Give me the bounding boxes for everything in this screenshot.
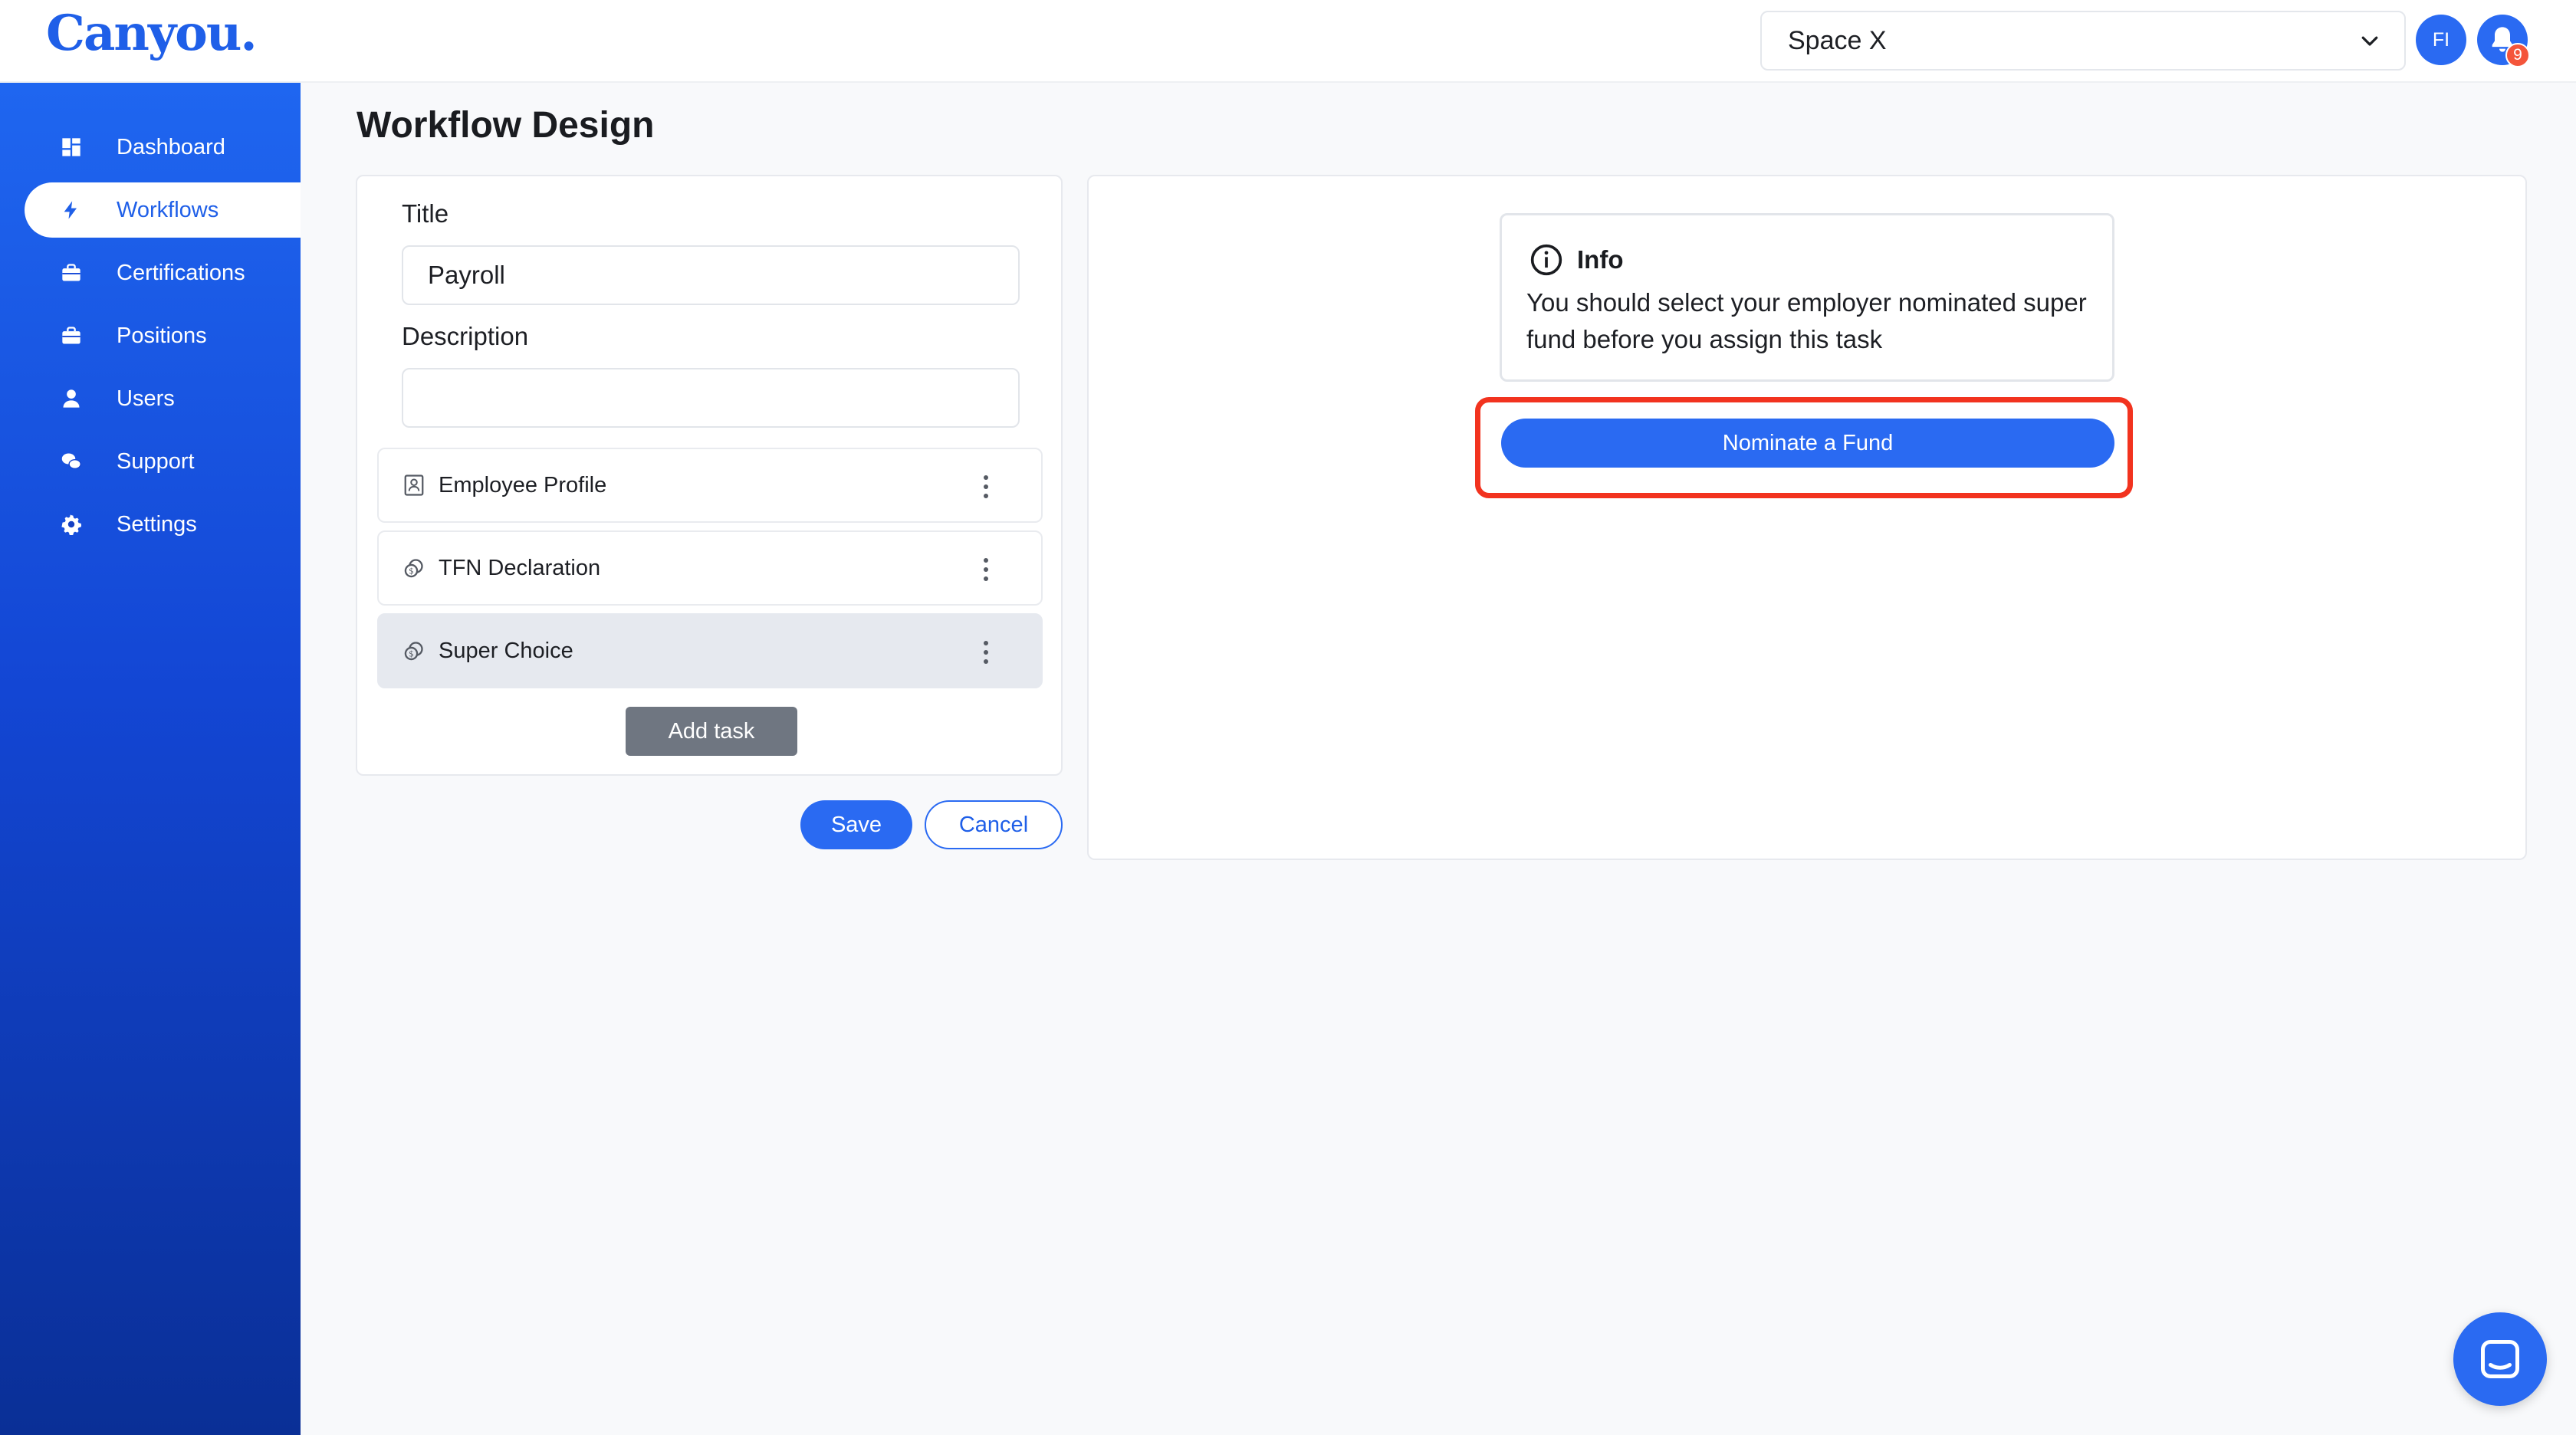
sidebar-item-label: Support xyxy=(117,448,195,474)
space-select[interactable]: Space X xyxy=(1760,11,2406,71)
task-label: Super Choice xyxy=(439,638,573,663)
save-button[interactable]: Save xyxy=(800,800,912,849)
bolt-icon xyxy=(60,199,83,222)
coins-icon: $ xyxy=(402,639,426,663)
sidebar-item-label: Workflows xyxy=(117,197,219,222)
sidebar-item-label: Dashboard xyxy=(117,134,225,159)
sidebar: Dashboard Workflows Certifications Posit… xyxy=(0,83,301,1435)
sidebar-item-support[interactable]: Support xyxy=(25,434,301,489)
title-label: Title xyxy=(402,199,449,228)
sidebar-item-label: Positions xyxy=(117,323,207,348)
top-bar: Canyou. Space X FI 9 xyxy=(0,0,2576,83)
profile-card-icon xyxy=(402,473,426,497)
briefcase-icon xyxy=(60,261,83,284)
info-message: You should select your employer nominate… xyxy=(1526,288,2087,353)
task-label: TFN Declaration xyxy=(439,555,601,580)
info-icon xyxy=(1530,244,1562,276)
description-input[interactable] xyxy=(402,368,1020,428)
sidebar-item-label: Users xyxy=(117,386,175,411)
user-avatar[interactable]: FI xyxy=(2416,15,2466,65)
page-title: Workflow Design xyxy=(356,105,655,146)
add-task-button[interactable]: Add task xyxy=(626,707,797,756)
svg-text:$: $ xyxy=(409,650,414,659)
info-title: Info xyxy=(1577,245,1624,274)
info-header: Info xyxy=(1530,243,1623,277)
chat-launcher-button[interactable] xyxy=(2453,1312,2547,1406)
task-label: Employee Profile xyxy=(439,472,607,497)
task-row-employee-profile[interactable]: Employee Profile xyxy=(377,448,1043,523)
more-options-icon[interactable] xyxy=(981,641,991,664)
task-row-tfn-declaration[interactable]: $ TFN Declaration xyxy=(377,530,1043,606)
coins-icon: $ xyxy=(402,556,426,580)
notification-count-badge: 9 xyxy=(2505,43,2530,67)
more-options-icon[interactable] xyxy=(981,475,991,498)
chat-bubbles-icon xyxy=(60,450,83,473)
sidebar-item-certifications[interactable]: Certifications xyxy=(25,245,301,300)
app-logo[interactable]: Canyou. xyxy=(46,5,258,62)
sidebar-item-dashboard[interactable]: Dashboard xyxy=(25,120,301,175)
info-alert: Info You should select your employer nom… xyxy=(1500,213,2114,382)
user-icon xyxy=(60,387,83,410)
chat-icon xyxy=(2481,1340,2519,1378)
sidebar-item-settings[interactable]: Settings xyxy=(25,497,301,552)
sidebar-item-label: Certifications xyxy=(117,260,245,285)
task-row-super-choice[interactable]: $ Super Choice xyxy=(377,613,1043,688)
cancel-button[interactable]: Cancel xyxy=(925,800,1063,849)
sidebar-item-positions[interactable]: Positions xyxy=(25,308,301,363)
chevron-down-icon xyxy=(2361,36,2378,46)
sidebar-item-workflows[interactable]: Workflows xyxy=(25,182,301,238)
title-input[interactable] xyxy=(402,245,1020,305)
more-options-icon[interactable] xyxy=(981,558,991,581)
gear-icon xyxy=(60,513,83,536)
briefcase-icon xyxy=(60,324,83,347)
sidebar-item-users[interactable]: Users xyxy=(25,371,301,426)
sidebar-item-label: Settings xyxy=(117,511,197,537)
workflow-form-card: Title Description Employee Profile $ TFN… xyxy=(356,175,1063,776)
nominate-fund-button[interactable]: Nominate a Fund xyxy=(1501,419,2114,468)
space-select-value: Space X xyxy=(1788,25,1887,55)
dashboard-icon xyxy=(60,136,83,159)
description-label: Description xyxy=(402,322,529,350)
svg-text:$: $ xyxy=(409,567,414,576)
